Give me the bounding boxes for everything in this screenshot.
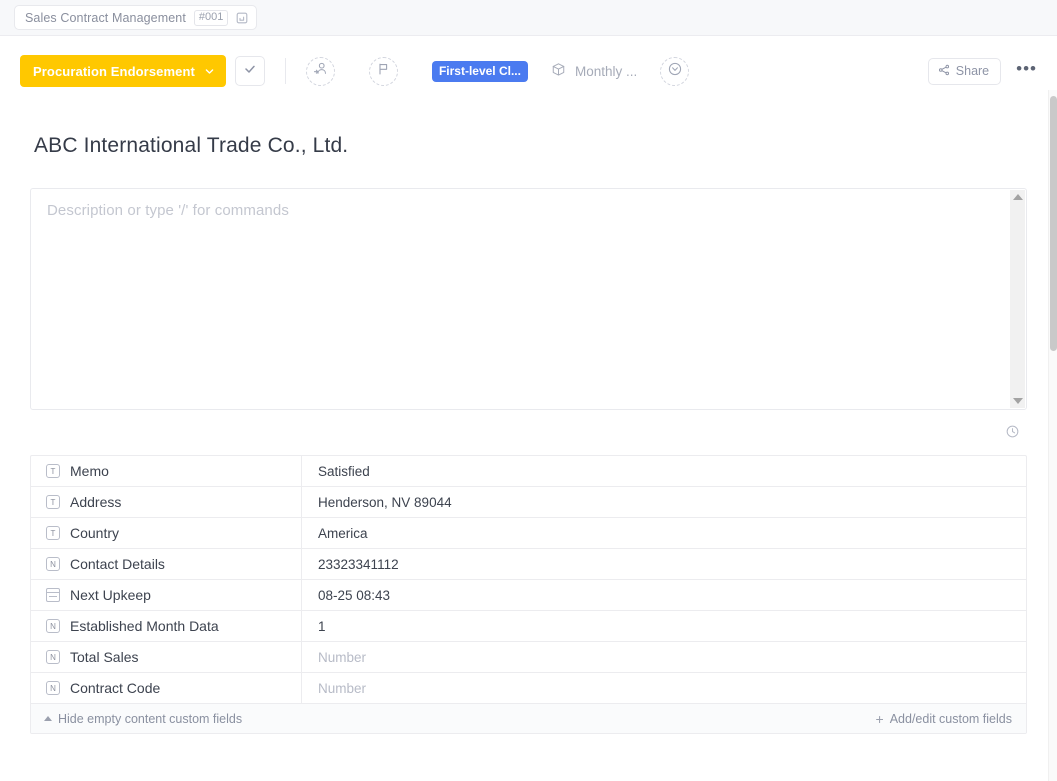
number-field-icon: N [46, 650, 60, 664]
priority-flag-button[interactable] [369, 57, 398, 86]
text-field-icon: T [46, 526, 60, 540]
description-scrollbar[interactable] [1010, 190, 1025, 408]
field-label: Established Month Data [70, 618, 219, 634]
field-name-total-sales[interactable]: N Total Sales [31, 642, 302, 672]
hide-empty-fields-label: Hide empty content custom fields [58, 712, 242, 726]
status-button-label: Procuration Endorsement [33, 64, 195, 79]
number-field-icon: N [46, 681, 60, 695]
field-value-contact-details[interactable]: 23323341112 [302, 549, 1026, 579]
clock-down-icon [667, 61, 683, 82]
assignee-button[interactable] [306, 57, 335, 86]
field-name-contact-details[interactable]: N Contact Details [31, 549, 302, 579]
main-content: ABC International Trade Co., Ltd. Descri… [0, 134, 1057, 734]
scroll-up-arrow-icon[interactable] [1013, 194, 1023, 200]
tab-sales-contract-management[interactable]: Sales Contract Management #001 [14, 5, 257, 30]
text-field-icon: T [46, 495, 60, 509]
add-edit-custom-fields-label: Add/edit custom fields [890, 712, 1012, 726]
field-label: Country [70, 525, 119, 541]
field-label: Next Upkeep [70, 587, 151, 603]
table-row: N Contract Code Number [31, 673, 1026, 704]
field-name-memo[interactable]: T Memo [31, 456, 302, 486]
history-clock-icon[interactable] [1005, 424, 1020, 439]
add-assignee-icon [313, 61, 328, 81]
plus-icon: + [876, 712, 884, 726]
tab-label: Sales Contract Management [25, 11, 186, 25]
description-placeholder: Description or type '/' for commands [47, 202, 289, 219]
cube-icon [551, 62, 566, 80]
field-value-country[interactable]: America [302, 518, 1026, 548]
open-in-new-icon[interactable] [236, 12, 248, 24]
field-value-contract-code[interactable]: Number [302, 673, 1026, 703]
caret-up-icon [44, 716, 52, 721]
field-name-country[interactable]: T Country [31, 518, 302, 548]
tab-record-badge: #001 [194, 10, 228, 26]
toolbar-divider [285, 58, 286, 84]
table-row: Next Upkeep 08-25 08:43 [31, 580, 1026, 611]
check-icon [243, 62, 257, 81]
text-field-icon: T [46, 464, 60, 478]
number-field-icon: N [46, 619, 60, 633]
custom-fields-table: T Memo Satisfied T Address Henderson, NV… [30, 455, 1027, 734]
field-name-address[interactable]: T Address [31, 487, 302, 517]
table-row: T Address Henderson, NV 89044 [31, 487, 1026, 518]
number-field-icon: N [46, 557, 60, 571]
field-value-total-sales[interactable]: Number [302, 642, 1026, 672]
description-editor[interactable]: Description or type '/' for commands [30, 188, 1027, 410]
field-label: Contact Details [70, 556, 165, 572]
more-options-button[interactable]: ••• [1016, 60, 1037, 83]
field-value-address[interactable]: Henderson, NV 89044 [302, 487, 1026, 517]
history-row [30, 424, 1027, 439]
chevron-down-icon [204, 66, 215, 77]
hide-empty-fields-button[interactable]: Hide empty content custom fields [44, 712, 242, 726]
share-label: Share [956, 64, 989, 78]
page-scrollbar[interactable] [1048, 90, 1057, 781]
share-icon [938, 64, 950, 79]
table-row: N Contact Details 23323341112 [31, 549, 1026, 580]
table-row: N Established Month Data 1 [31, 611, 1026, 642]
page-scrollbar-thumb[interactable] [1050, 96, 1057, 351]
table-row: T Memo Satisfied [31, 456, 1026, 487]
field-name-next-upkeep[interactable]: Next Upkeep [31, 580, 302, 610]
scroll-down-arrow-icon[interactable] [1013, 398, 1023, 404]
table-row: N Total Sales Number [31, 642, 1026, 673]
date-field-icon [46, 588, 60, 602]
recurring-schedule[interactable]: Monthly ... [551, 62, 637, 80]
share-button[interactable]: Share [928, 58, 1001, 85]
field-value-established-month-data[interactable]: 1 [302, 611, 1026, 641]
recurring-label: Monthly ... [575, 64, 637, 79]
status-button[interactable]: Procuration Endorsement [20, 55, 226, 87]
field-label: Address [70, 494, 121, 510]
due-date-button[interactable] [660, 57, 689, 86]
custom-fields-footer: Hide empty content custom fields + Add/e… [31, 704, 1026, 733]
field-name-contract-code[interactable]: N Contract Code [31, 673, 302, 703]
tag-first-level-cl[interactable]: First-level Cl... [432, 61, 528, 82]
page-title: ABC International Trade Co., Ltd. [34, 134, 1027, 158]
complete-task-button[interactable] [235, 56, 265, 86]
tab-bar: Sales Contract Management #001 [0, 0, 1057, 36]
flag-icon [376, 62, 390, 81]
add-edit-custom-fields-button[interactable]: + Add/edit custom fields [876, 712, 1012, 726]
field-value-memo[interactable]: Satisfied [302, 456, 1026, 486]
toolbar: Procuration Endorsement [0, 36, 1057, 106]
field-name-established-month-data[interactable]: N Established Month Data [31, 611, 302, 641]
field-label: Contract Code [70, 680, 160, 696]
field-label: Total Sales [70, 649, 138, 665]
table-row: T Country America [31, 518, 1026, 549]
field-value-next-upkeep[interactable]: 08-25 08:43 [302, 580, 1026, 610]
field-label: Memo [70, 463, 109, 479]
